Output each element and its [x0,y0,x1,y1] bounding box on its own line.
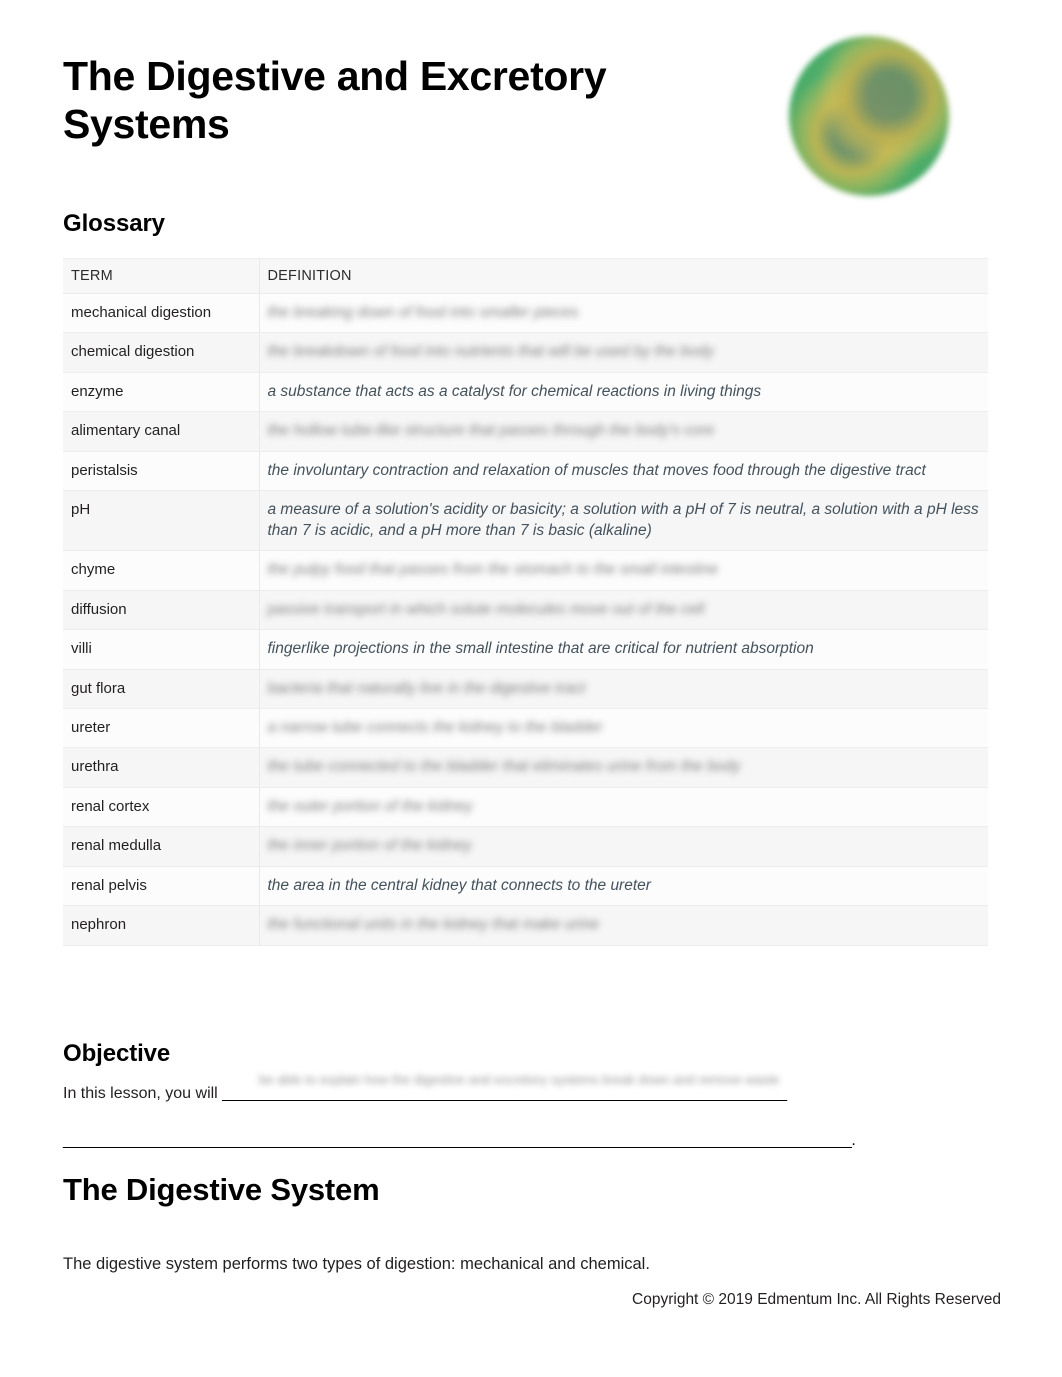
glossary-table: TERM DEFINITION mechanical digestion the … [63,258,988,946]
glossary-term: peristalsis [63,450,260,492]
table-row: chyme the pulpy food that passes from the… [63,550,988,591]
objective-lead-text: In this lesson, you will [63,1085,223,1102]
objective-line-1: In this lesson, you will _______________… [63,1073,993,1103]
glossary-term: pH [63,490,260,552]
glossary-definition-redacted: the outer portion of the kidney [259,786,988,828]
glossary-definition-redacted: passive transport in which solute molecu… [259,589,988,631]
table-header-row: TERM DEFINITION [63,258,988,294]
glossary-heading: Glossary [63,210,165,237]
glossary-term: nephron [63,905,260,946]
table-row: gut flora bacteria that naturally live in… [63,668,988,709]
footer-copyright: Copyright © 2019 Edmentum Inc. All Right… [632,1291,1001,1308]
glossary-definition: the involuntary contraction and relaxati… [259,450,988,492]
table-row: chemical digestion the breakdown of food … [63,332,988,373]
glossary-term: renal cortex [63,786,260,828]
objective-line-2: ________________________________________… [63,1132,993,1150]
document-header: The Digestive and Excretory Systems [63,52,763,149]
glossary-table-body: mechanical digestion the breaking down of… [63,292,988,946]
glossary-definition-redacted: bacteria that naturally live in the dige… [259,668,988,709]
glossary-table-head: TERM DEFINITION [63,258,988,294]
table-row: peristalsis the involuntary contraction a… [63,450,988,492]
glossary-definition: fingerlike projections in the small inte… [259,629,988,670]
digestive-system-paragraph: The digestive system performs two types … [63,1254,650,1273]
glossary-term: gut flora [63,668,260,709]
table-row: villi fingerlike projections in the small… [63,629,988,670]
glossary-term: chyme [63,550,260,591]
cell-biology-logo-icon [789,36,949,196]
objective-fill-in-text: be able to explain how the digestive and… [259,1073,780,1087]
table-row: alimentary canal the hollow tube-like str… [63,411,988,452]
objective-blank-line-2[interactable]: ________________________________________… [63,1132,856,1149]
redacted-text: the tube connected to the bladder that e… [267,758,741,776]
glossary-term: villi [63,629,260,670]
glossary-term: alimentary canal [63,411,260,452]
glossary-table-container: TERM DEFINITION mechanical digestion the … [63,258,988,946]
worksheet-page: The Digestive and Excretory Systems Glos… [0,0,1062,1377]
glossary-term: enzyme [63,371,260,413]
glossary-definition: a measure of a solution's acidity or bas… [259,490,988,552]
table-row: renal pelvis the area in the central kidn… [63,865,988,907]
glossary-term: diffusion [63,589,260,631]
glossary-definition: the area in the central kidney that conn… [259,865,988,907]
redacted-text: the breaking down of food into smaller p… [267,304,579,321]
glossary-term: urethra [63,747,260,788]
glossary-definition: a substance that acts as a catalyst for … [259,371,988,413]
table-row: enzyme a substance that acts as a catalys… [63,371,988,413]
redacted-text: the pulpy food that passes from the stom… [267,561,719,579]
redacted-text: the inner portion of the kidney [267,837,472,855]
glossary-definition-redacted: the hollow tube-like structure that pass… [259,411,988,452]
glossary-definition-redacted: the inner portion of the kidney [259,826,988,867]
column-header-definition: DEFINITION [259,258,988,294]
page-title: The Digestive and Excretory Systems [63,53,607,148]
objective-body: In this lesson, you will _______________… [63,1073,993,1150]
table-row: diffusion passive transport in which solu… [63,589,988,631]
glossary-term: renal pelvis [63,865,260,907]
glossary-definition-redacted: the breaking down of food into smaller p… [259,292,988,334]
digestive-system-heading: The Digestive System [63,1172,380,1207]
glossary-term: ureter [63,707,260,749]
glossary-term: chemical digestion [63,332,260,373]
table-row: pH a measure of a solution's acidity or b… [63,490,988,552]
table-row: renal medulla the inner portion of the ki… [63,826,988,867]
table-row: mechanical digestion the breaking down of… [63,292,988,334]
table-row: ureter a narrow tube connects the kidney … [63,707,988,749]
redacted-text: bacteria that naturally live in the dige… [267,679,586,697]
objective-heading: Objective [63,1040,171,1067]
glossary-term: renal medulla [63,826,260,867]
redacted-text: passive transport in which solute molecu… [267,600,705,618]
redacted-text: the functional units in the kidney that … [267,916,600,934]
glossary-definition-redacted: the functional units in the kidney that … [259,905,988,946]
redacted-text: the outer portion of the kidney [267,797,473,815]
glossary-definition-redacted: the pulpy food that passes from the stom… [259,550,988,591]
glossary-definition-redacted: the breakdown of food into nutrients tha… [259,332,988,373]
table-row: nephron the functional units in the kidne… [63,905,988,946]
glossary-term: mechanical digestion [63,292,260,334]
redacted-text: the breakdown of food into nutrients tha… [267,343,714,361]
column-header-term: TERM [63,258,260,294]
glossary-definition-redacted: a narrow tube connects the kidney to the… [259,707,988,749]
table-row: urethra the tube connected to the bladder… [63,747,988,788]
glossary-definition-redacted: the tube connected to the bladder that e… [259,747,988,788]
table-row: renal cortex the outer portion of the kid… [63,786,988,828]
redacted-text: a narrow tube connects the kidney to the… [267,718,603,736]
redacted-text: the hollow tube-like structure that pass… [267,422,715,440]
